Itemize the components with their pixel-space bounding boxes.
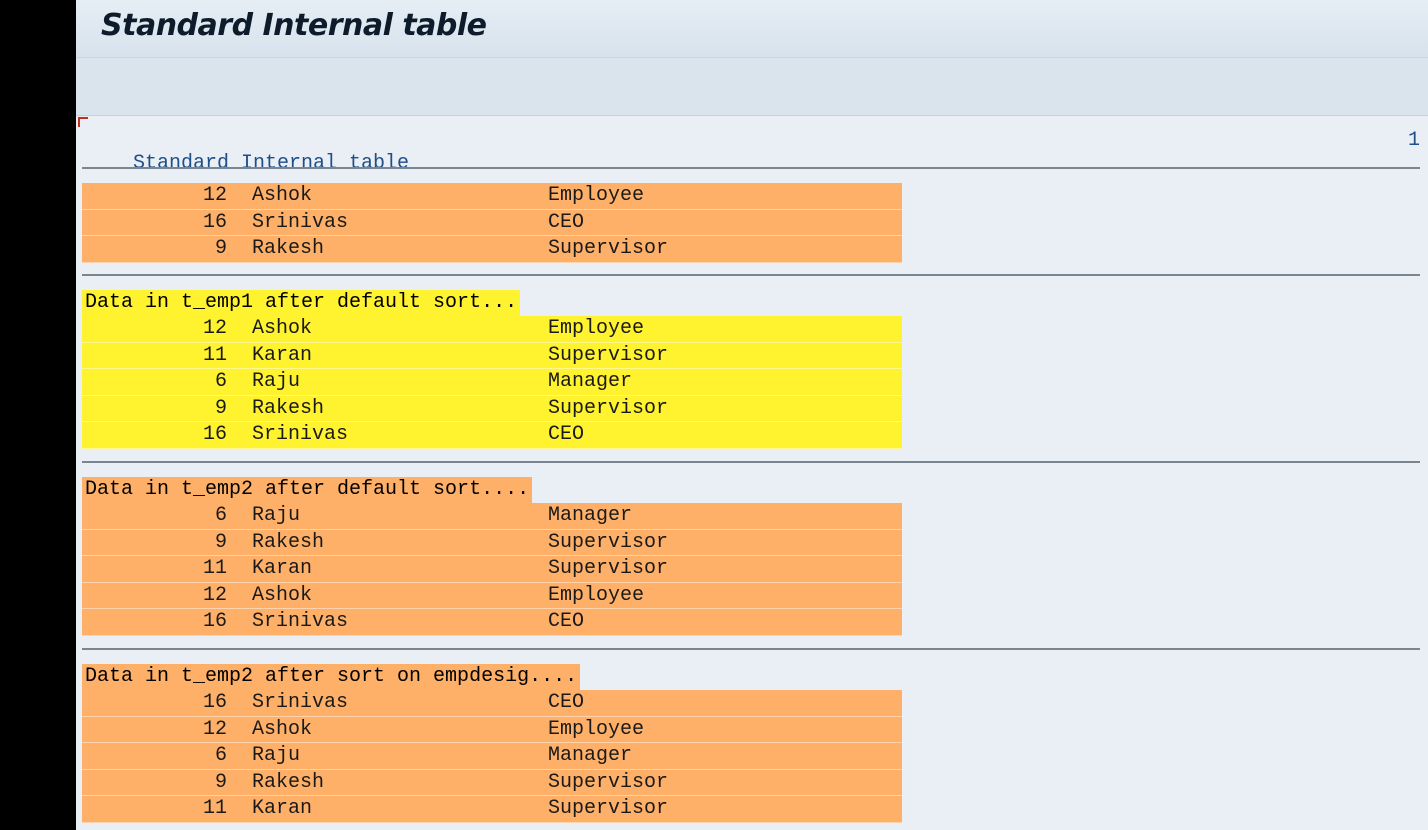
emp-designation: Supervisor: [548, 770, 669, 794]
list-header: Standard Internal table 1: [85, 129, 1420, 175]
emp-name: Rakesh: [252, 770, 325, 794]
emp-name: Rakesh: [252, 237, 325, 261]
emp-name: Srinivas: [252, 610, 349, 634]
emp-designation: Employee: [548, 717, 645, 741]
emp-id: 6: [214, 744, 227, 768]
emp-designation: CEO: [548, 610, 585, 634]
emp-name: Raju: [252, 744, 301, 768]
emp-id: 6: [214, 370, 227, 394]
emp-designation: Supervisor: [548, 557, 669, 581]
emp-designation: Manager: [548, 370, 633, 394]
section-caption: Data in t_emp1 after default sort...: [82, 290, 521, 316]
emp-name: Ashok: [252, 184, 313, 207]
emp-name: Karan: [252, 343, 313, 367]
emp-designation: Supervisor: [548, 797, 669, 821]
emp-id: 12: [202, 583, 227, 607]
emp-id: 9: [214, 396, 227, 420]
table-row[interactable]: 12 Ashok Employee: [82, 582, 902, 610]
emp-id: 6: [214, 504, 227, 527]
table-row[interactable]: 12 Ashok Employee: [82, 183, 902, 210]
emp-name: Karan: [252, 797, 313, 821]
application-toolbar: [76, 58, 1428, 116]
section-divider: [82, 648, 1420, 650]
emp-designation: Manager: [548, 504, 633, 527]
sap-list-screen: Standard Internal table Standard Interna…: [76, 0, 1428, 830]
t-emp1-default-sort-block: Data in t_emp1 after default sort... 12 A…: [82, 290, 902, 449]
table-row[interactable]: 11 Karan Supervisor: [82, 556, 902, 583]
emp-designation: Employee: [548, 184, 645, 207]
header-divider: [82, 167, 1420, 169]
table-row[interactable]: 6 Raju Manager: [82, 369, 902, 396]
table-row[interactable]: 11 Karan Supervisor: [82, 796, 902, 823]
emp-id: 9: [214, 237, 227, 261]
section-divider: [82, 461, 1420, 463]
emp-designation: Supervisor: [548, 530, 669, 554]
table-row[interactable]: 6 Raju Manager: [82, 743, 902, 770]
t-emp2-default-sort-block: Data in t_emp2 after default sort.... 6 R…: [82, 477, 902, 636]
emp-id: 11: [202, 797, 227, 821]
emp-name: Raju: [252, 370, 301, 394]
emp-designation: Manager: [548, 744, 633, 768]
emp-designation: Supervisor: [548, 396, 669, 420]
emp-id: 16: [202, 691, 227, 714]
emp-designation: Supervisor: [548, 343, 669, 367]
section-caption: Data in t_emp2 after default sort....: [82, 477, 533, 503]
emp-id: 12: [202, 184, 227, 207]
table-row[interactable]: 9 Rakesh Supervisor: [82, 236, 902, 263]
emp-id: 11: [202, 557, 227, 581]
initial-data-block: 12 Ashok Employee 16 Srinivas CEO 9 Rakesh Sup…: [82, 183, 902, 263]
emp-name: Srinivas: [252, 691, 349, 714]
section-caption: Data in t_emp2 after sort on empdesig...…: [82, 664, 581, 690]
page-number: 1: [1407, 129, 1420, 152]
emp-id: 16: [202, 210, 227, 234]
table-row[interactable]: 16 Srinivas CEO: [82, 422, 902, 449]
emp-id: 9: [214, 770, 227, 794]
page-title: Standard Internal table: [101, 8, 487, 43]
emp-designation: Employee: [548, 317, 645, 340]
table-row[interactable]: 16 Srinivas CEO: [82, 690, 902, 717]
emp-designation: CEO: [548, 691, 585, 714]
emp-designation: CEO: [548, 210, 585, 234]
emp-name: Karan: [252, 557, 313, 581]
emp-designation: Supervisor: [548, 237, 669, 261]
table-row[interactable]: 12 Ashok Employee: [82, 316, 902, 343]
emp-id: 16: [202, 423, 227, 447]
emp-name: Srinivas: [252, 210, 349, 234]
emp-name: Srinivas: [252, 423, 349, 447]
emp-id: 9: [214, 530, 227, 554]
emp-name: Rakesh: [252, 530, 325, 554]
emp-id: 16: [202, 610, 227, 634]
emp-name: Rakesh: [252, 396, 325, 420]
table-row[interactable]: 11 Karan Supervisor: [82, 342, 902, 370]
emp-id: 11: [202, 343, 227, 367]
emp-name: Ashok: [252, 583, 313, 607]
list-header-title: Standard Internal table: [133, 152, 410, 175]
section-divider: [82, 274, 1420, 276]
emp-name: Ashok: [252, 717, 313, 741]
table-row[interactable]: 12 Ashok Employee: [82, 716, 902, 744]
emp-id: 12: [202, 717, 227, 741]
list-corner-marker: [78, 117, 88, 127]
table-row[interactable]: 9 Rakesh Supervisor: [82, 529, 902, 557]
emp-name: Ashok: [252, 317, 313, 340]
title-bar: Standard Internal table: [76, 0, 1428, 58]
table-row[interactable]: 9 Rakesh Supervisor: [82, 395, 902, 423]
t-emp2-empdesig-sort-block: Data in t_emp2 after sort on empdesig...…: [82, 664, 902, 823]
table-row[interactable]: 9 Rakesh Supervisor: [82, 769, 902, 797]
emp-designation: Employee: [548, 583, 645, 607]
table-row[interactable]: 6 Raju Manager: [82, 503, 902, 530]
emp-name: Raju: [252, 504, 301, 527]
emp-id: 12: [202, 317, 227, 340]
emp-designation: CEO: [548, 423, 585, 447]
table-row[interactable]: 16 Srinivas CEO: [82, 209, 902, 237]
table-row[interactable]: 16 Srinivas CEO: [82, 609, 902, 636]
